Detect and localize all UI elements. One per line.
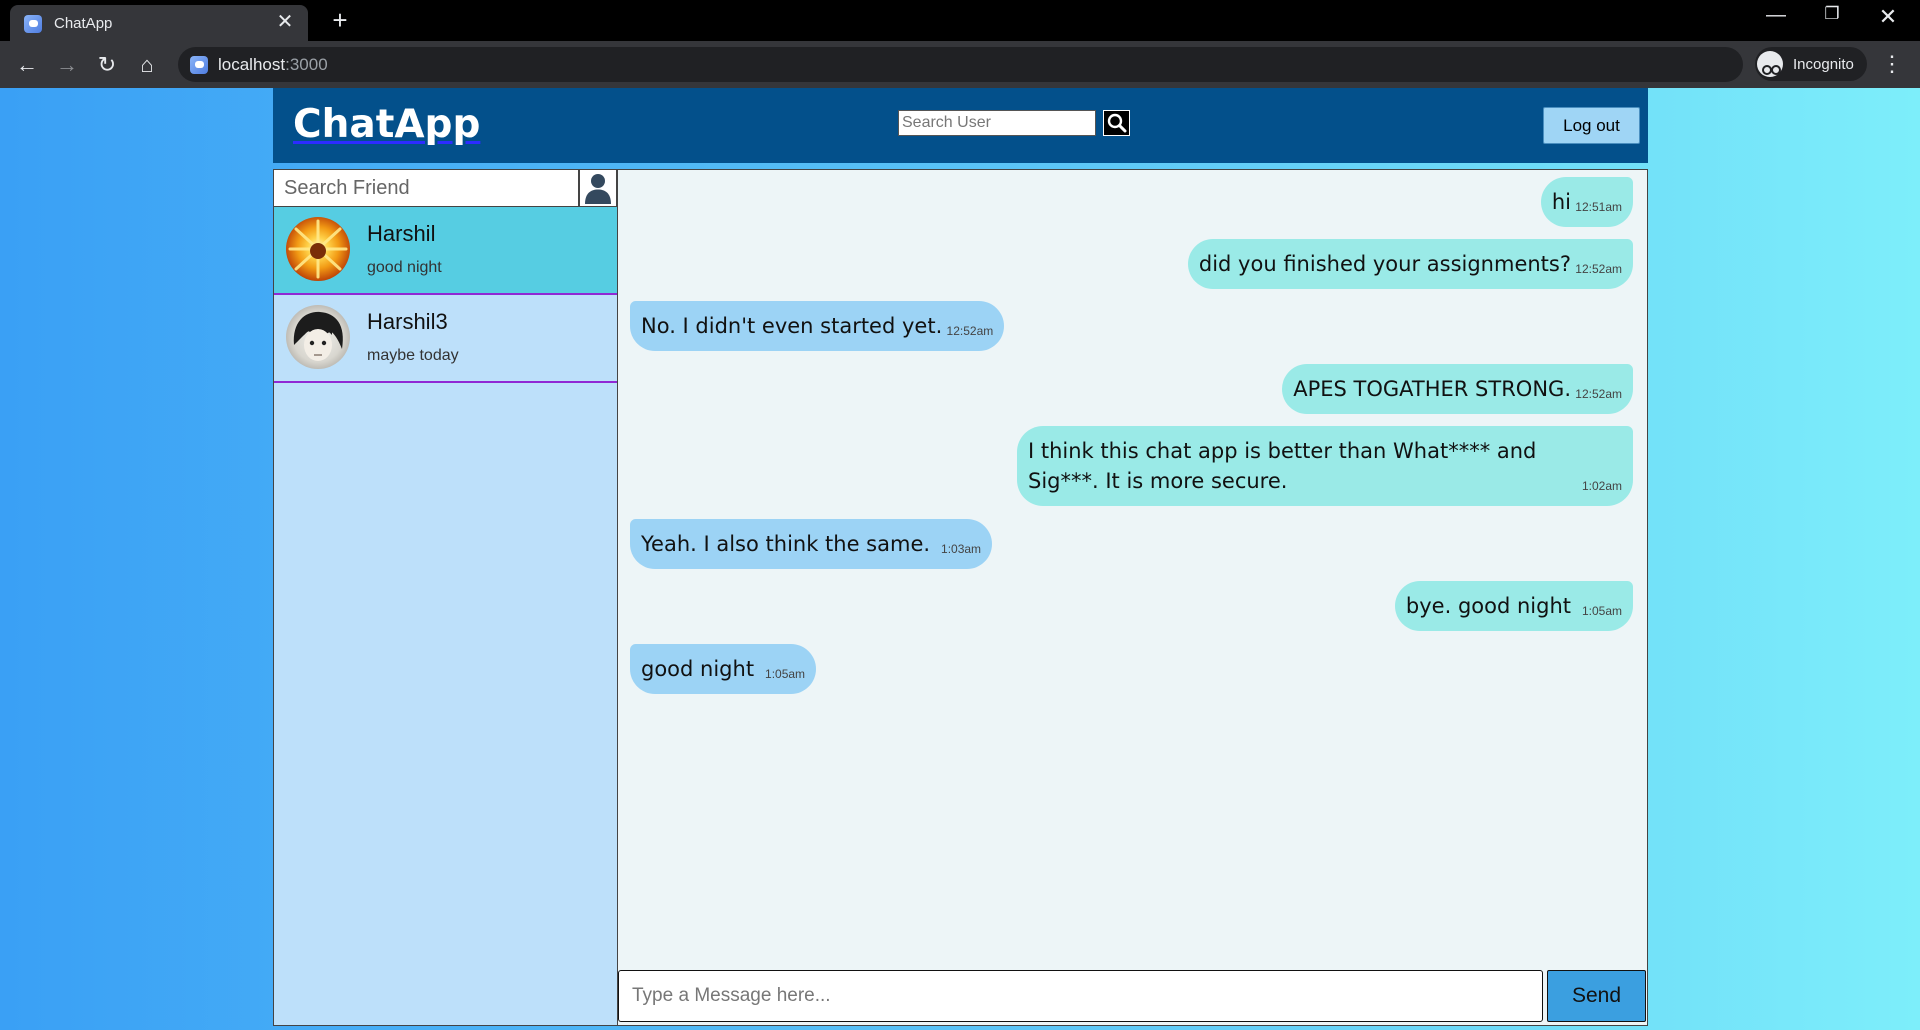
- reload-icon[interactable]: ↻: [93, 51, 121, 79]
- avatar: [286, 217, 350, 281]
- minimize-window-icon[interactable]: —: [1756, 4, 1796, 27]
- tab-title: ChatApp: [54, 15, 113, 32]
- close-window-icon[interactable]: ✕: [1868, 4, 1908, 30]
- browser-toolbar: ← → ↻ ⌂ localhost:3000 Incognito ⋮: [0, 41, 1920, 88]
- message-input[interactable]: [618, 970, 1543, 1022]
- message-text: hi: [1551, 190, 1571, 214]
- avatar: [286, 305, 350, 369]
- message-time: 1:05am: [1581, 604, 1622, 618]
- app-logo[interactable]: ChatApp: [293, 102, 480, 147]
- message-outgoing: APES TOGATHER STRONG. 12:52am: [1282, 364, 1633, 414]
- back-icon[interactable]: ←: [13, 51, 41, 79]
- contact-last-message: maybe today: [367, 347, 459, 364]
- incognito-icon: [1757, 51, 1783, 77]
- new-tab-icon[interactable]: +: [326, 6, 354, 34]
- logout-button[interactable]: Log out: [1543, 107, 1640, 144]
- contacts-sidebar: Harshil good night Harshil3 maybe today: [273, 169, 618, 1026]
- incognito-indicator[interactable]: Incognito: [1755, 47, 1867, 81]
- message-time: 12:52am: [1575, 387, 1622, 401]
- message-time: 1:05am: [765, 667, 806, 681]
- contact-item-harshil3[interactable]: Harshil3 maybe today: [274, 295, 617, 383]
- browser-tab[interactable]: ChatApp ✕: [10, 5, 308, 41]
- message-time: 12:52am: [946, 324, 994, 338]
- message-outgoing: bye. good night 1:05am: [1394, 581, 1633, 631]
- message-time: 1:02am: [1581, 479, 1622, 493]
- message-text: bye. good night: [1405, 594, 1571, 618]
- search-friend-input[interactable]: [274, 170, 579, 207]
- page-background: ChatApp Log out: [0, 88, 1920, 1030]
- address-bar[interactable]: localhost:3000: [178, 47, 1743, 82]
- incognito-label: Incognito: [1793, 56, 1854, 73]
- contact-name: Harshil3: [367, 309, 448, 334]
- message-text: Yeah. I also think the same.: [641, 532, 931, 556]
- contact-item-harshil[interactable]: Harshil good night: [274, 207, 617, 295]
- send-button[interactable]: Send: [1547, 970, 1646, 1022]
- restore-window-icon[interactable]: ❐: [1812, 4, 1852, 24]
- search-user-button[interactable]: [1103, 110, 1130, 136]
- chatapp-favicon-icon: [24, 15, 42, 33]
- message-time: 12:51am: [1575, 200, 1622, 214]
- contact-name: Harshil: [367, 221, 436, 246]
- message-text: I think this chat app is better than Wha…: [1028, 439, 1537, 493]
- message-outgoing: I think this chat app is better than Wha…: [1017, 426, 1633, 506]
- contact-last-message: good night: [367, 259, 442, 276]
- search-icon: [1107, 113, 1127, 133]
- chat-panel: hi 12:51am did you finished your assignm…: [618, 169, 1648, 1026]
- browser-tab-bar: ChatApp ✕ + — ❐ ✕: [0, 0, 1920, 41]
- close-tab-icon[interactable]: ✕: [274, 11, 296, 33]
- site-favicon-icon: [190, 56, 208, 74]
- browser-menu-icon[interactable]: ⋮: [1880, 51, 1904, 77]
- user-icon: [585, 174, 611, 204]
- search-user-input[interactable]: [898, 110, 1096, 136]
- message-text: APES TOGATHER STRONG.: [1293, 377, 1571, 401]
- address-url: localhost:3000: [218, 55, 328, 75]
- message-time: 1:03am: [941, 542, 982, 556]
- app-header: ChatApp Log out: [273, 88, 1648, 163]
- message-time: 12:52am: [1575, 262, 1622, 276]
- message-text: No. I didn't even started yet.: [641, 314, 943, 338]
- message-outgoing: did you finished your assignments? 12:52…: [1187, 239, 1633, 289]
- home-icon[interactable]: ⌂: [133, 51, 161, 79]
- message-incoming: Yeah. I also think the same. 1:03am: [630, 519, 993, 569]
- profile-button[interactable]: [579, 170, 617, 207]
- message-incoming: No. I didn't even started yet. 12:52am: [630, 301, 1005, 351]
- message-text: good night: [641, 657, 755, 681]
- message-outgoing: hi 12:51am: [1540, 177, 1633, 227]
- url-host: localhost: [218, 55, 286, 74]
- url-port: :3000: [285, 55, 328, 74]
- forward-icon[interactable]: →: [53, 51, 81, 79]
- message-text: did you finished your assignments?: [1198, 252, 1571, 276]
- message-incoming: good night 1:05am: [630, 644, 817, 694]
- chat-app: ChatApp Log out: [273, 88, 1648, 1030]
